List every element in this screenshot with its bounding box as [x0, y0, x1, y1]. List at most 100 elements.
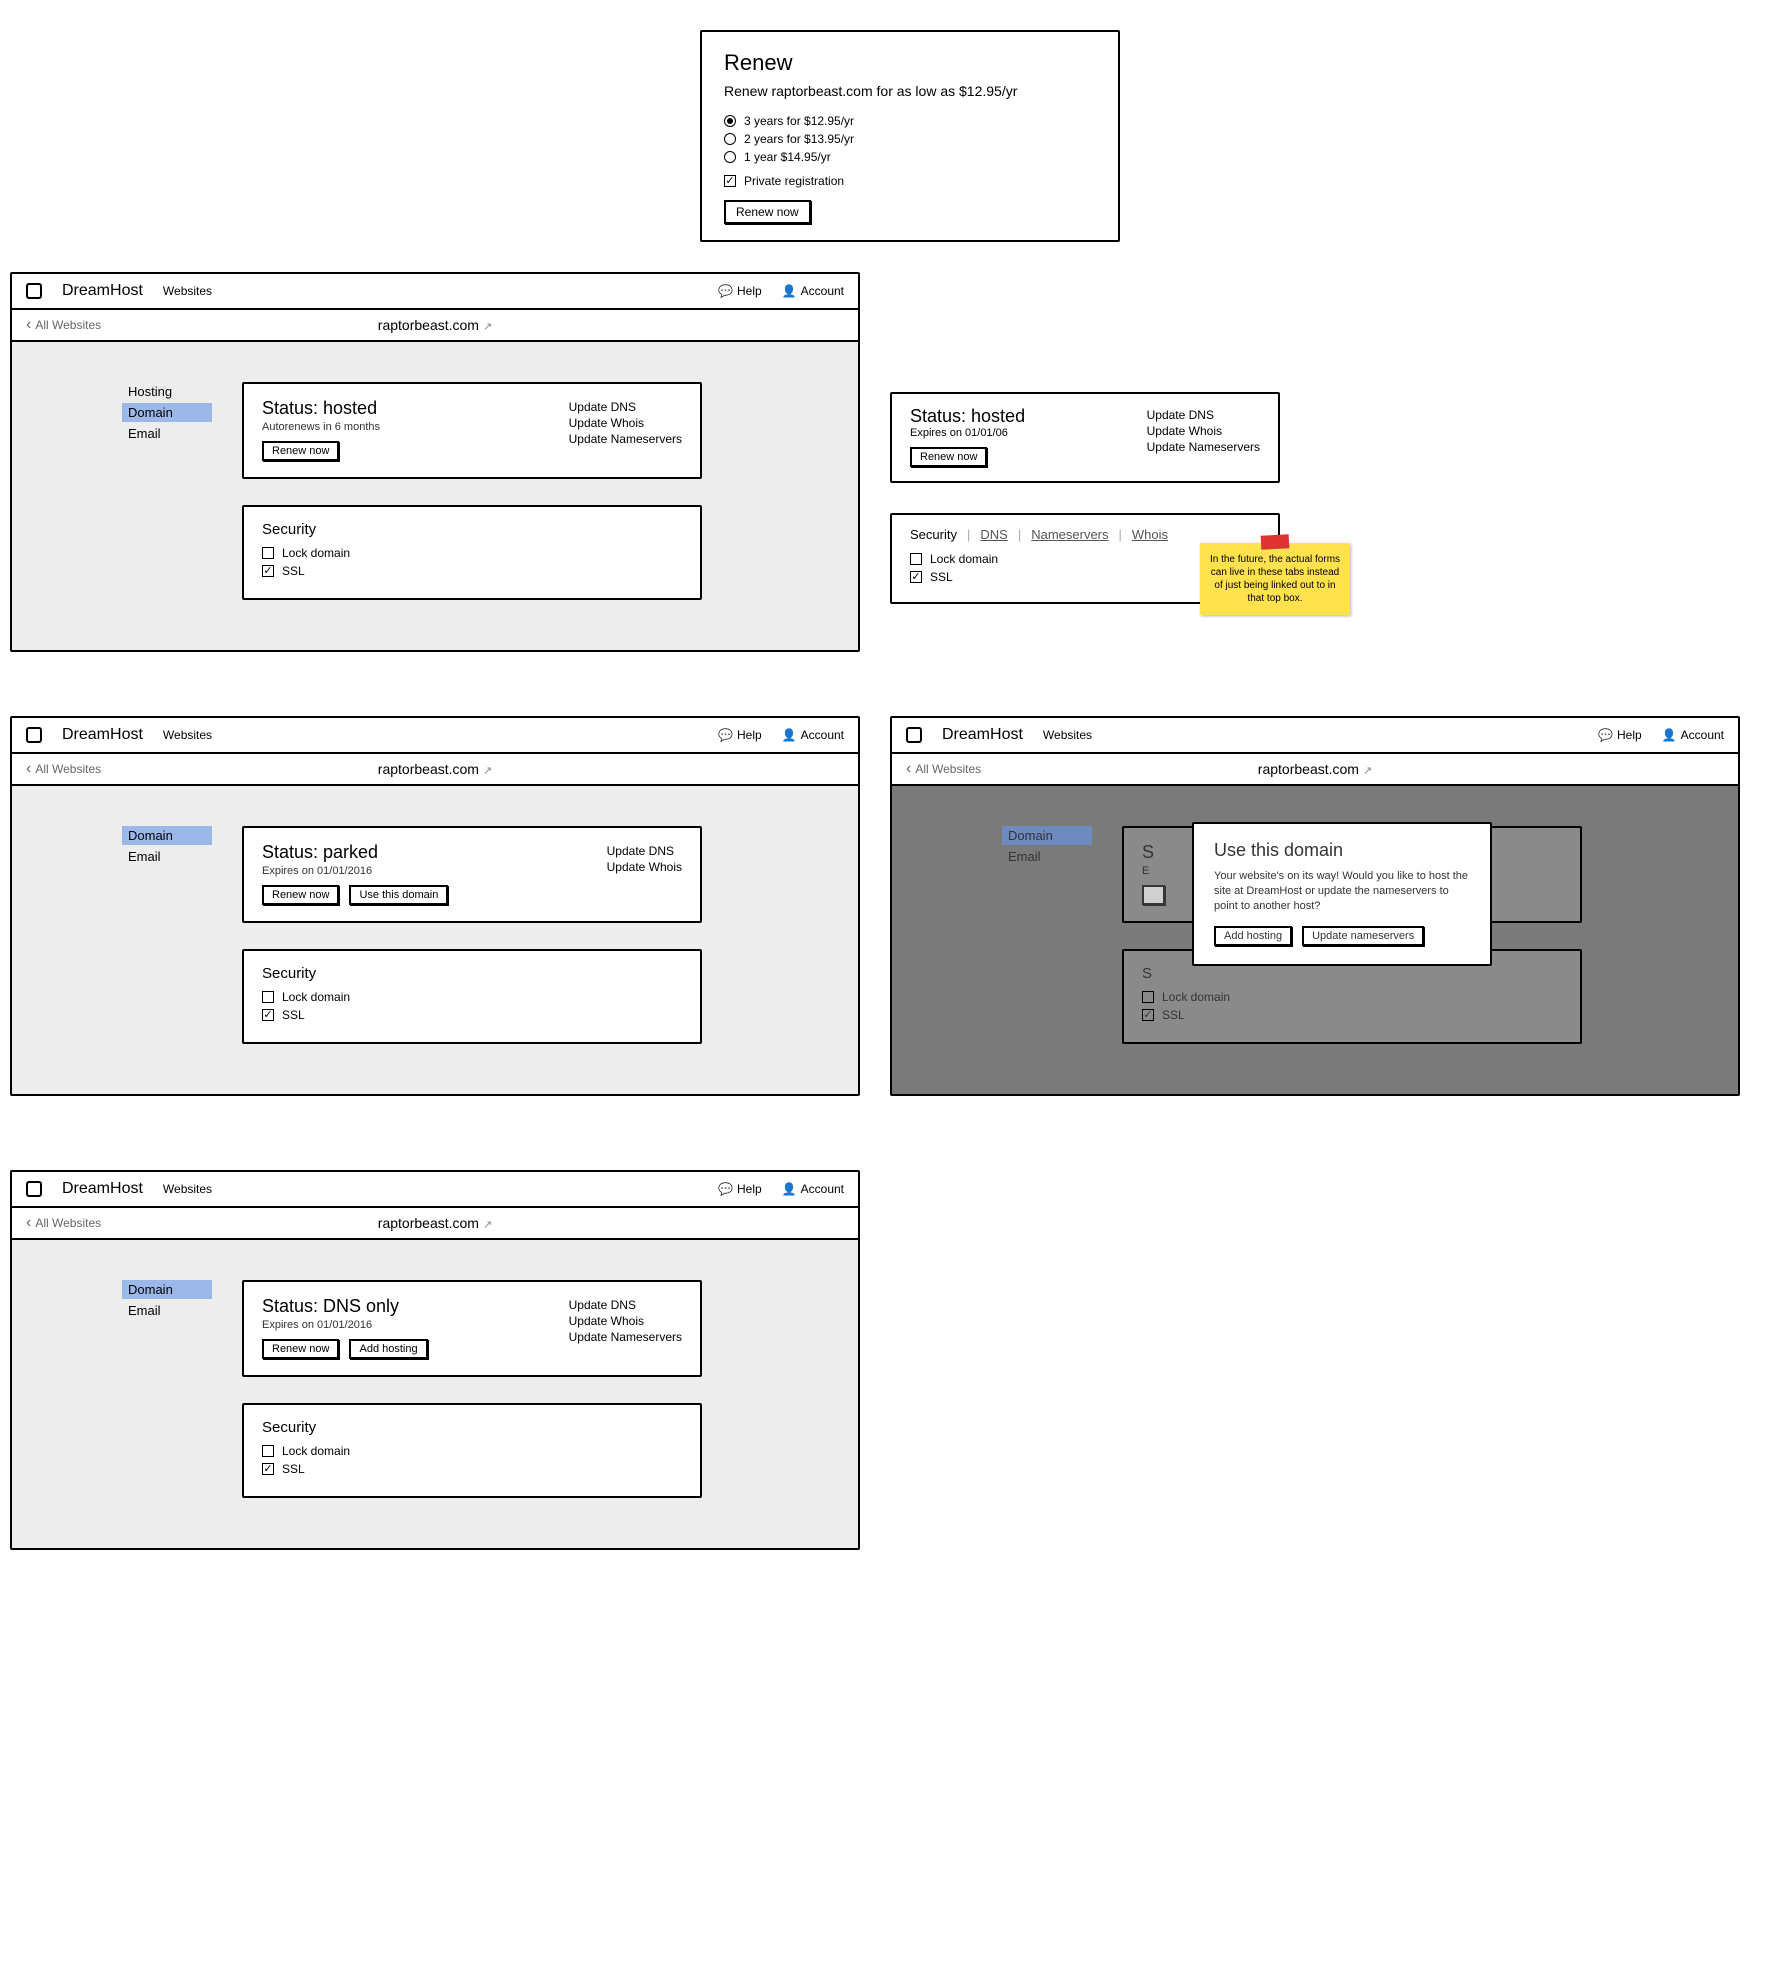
breadcrumb-back[interactable]: All Websites — [26, 316, 101, 334]
help-link[interactable]: Help — [718, 1182, 762, 1196]
tab-nameservers[interactable]: Nameservers — [1031, 527, 1108, 542]
float-status-meta: Expires on 01/01/06 — [910, 427, 1025, 439]
breadcrumb-back[interactable]: All Websites — [906, 760, 981, 778]
nav-websites[interactable]: Websites — [1043, 728, 1092, 742]
account-link[interactable]: Account — [782, 1182, 844, 1196]
update-nameservers-button[interactable]: Update nameservers — [1302, 926, 1424, 946]
status-card: Status: hosted Autorenews in 6 months Re… — [242, 382, 702, 479]
update-whois-link[interactable]: Update Whois — [1147, 424, 1260, 438]
security-card: Security Lock domain SSL — [242, 949, 702, 1044]
breadcrumb-back[interactable]: All Websites — [26, 1214, 101, 1232]
app-window-hosted: DreamHost Websites Help Account All Webs… — [10, 272, 860, 652]
app-subheader: All Websites raptorbeast.com↗ — [892, 754, 1738, 786]
renew-option-1[interactable]: 2 years for $13.95/yr — [724, 132, 1096, 146]
account-link[interactable]: Account — [782, 284, 844, 298]
tab-whois[interactable]: Whois — [1132, 527, 1168, 542]
side-domain[interactable]: Domain — [1002, 826, 1092, 845]
side-email[interactable]: Email — [122, 1301, 212, 1320]
side-domain[interactable]: Domain — [122, 1280, 212, 1299]
help-link[interactable]: Help — [1598, 728, 1642, 742]
security-title: Security — [262, 521, 682, 538]
tape-icon — [1261, 534, 1290, 549]
use-this-domain-button[interactable]: Use this domain — [349, 885, 448, 905]
update-dns-link[interactable]: Update DNS — [607, 844, 682, 858]
external-link-icon: ↗ — [483, 765, 492, 777]
modal-title: Use this domain — [1214, 840, 1470, 861]
update-whois-link[interactable]: Update Whois — [569, 1314, 682, 1328]
status-title: Status: hosted — [262, 398, 380, 419]
ssl-check[interactable]: SSL — [262, 1462, 682, 1476]
renew-title: Renew — [724, 50, 1096, 76]
side-domain[interactable]: Domain — [122, 826, 212, 845]
ssl-check[interactable]: SSL — [262, 1008, 682, 1022]
bg-button — [1142, 885, 1165, 905]
security-title: Security — [262, 965, 682, 982]
add-hosting-button[interactable]: Add hosting — [349, 1339, 427, 1359]
checkbox-icon — [910, 571, 922, 583]
breadcrumb-back[interactable]: All Websites — [26, 760, 101, 778]
renew-now-button[interactable]: Renew now — [724, 200, 811, 224]
security-card: Security Lock domain SSL — [242, 1403, 702, 1498]
account-link[interactable]: Account — [782, 728, 844, 742]
update-dns-link[interactable]: Update DNS — [569, 1298, 682, 1312]
renew-subtitle: Renew raptorbeast.com for as low as $12.… — [724, 82, 1096, 100]
checkbox-icon — [262, 565, 274, 577]
brand: DreamHost — [62, 726, 143, 744]
update-whois-link[interactable]: Update Whois — [569, 416, 682, 430]
private-registration-check[interactable]: Private registration — [724, 174, 1096, 188]
side-email[interactable]: Email — [122, 424, 212, 443]
checkbox-icon — [1142, 1009, 1154, 1021]
app-body: Domain Email Status: parked Expires on 0… — [12, 786, 858, 1094]
renew-now-button[interactable]: Renew now — [262, 1339, 339, 1359]
app-window-parked: DreamHost Websites Help Account All Webs… — [10, 716, 860, 1096]
renew-option-0[interactable]: 3 years for $12.95/yr — [724, 114, 1096, 128]
page-title: raptorbeast.com↗ — [12, 1215, 858, 1231]
app-header: DreamHost Websites Help Account — [12, 1172, 858, 1208]
renew-option-label: 1 year $14.95/yr — [744, 150, 831, 164]
ssl-check: SSL — [1142, 1008, 1562, 1022]
lock-domain-check[interactable]: Lock domain — [262, 990, 682, 1004]
update-whois-link[interactable]: Update Whois — [607, 860, 682, 874]
renew-now-button[interactable]: Renew now — [262, 441, 339, 461]
chevron-left-icon — [906, 760, 911, 778]
update-ns-link[interactable]: Update Nameservers — [1147, 440, 1260, 454]
modal-body: Your website's on its way! Would you lik… — [1214, 869, 1470, 914]
ssl-check[interactable]: SSL — [262, 564, 682, 578]
lock-domain-check[interactable]: Lock domain — [262, 546, 682, 560]
external-link-icon: ↗ — [483, 321, 492, 333]
app-header: DreamHost Websites Help Account — [892, 718, 1738, 754]
side-menu: Hosting Domain Email — [122, 382, 212, 600]
update-ns-link[interactable]: Update Nameservers — [569, 432, 682, 446]
chevron-left-icon — [26, 1214, 31, 1232]
status-title: Status: DNS only — [262, 1296, 428, 1317]
logo-icon — [26, 727, 42, 743]
renew-option-2[interactable]: 1 year $14.95/yr — [724, 150, 1096, 164]
side-hosting[interactable]: Hosting — [122, 382, 212, 401]
side-domain[interactable]: Domain — [122, 403, 212, 422]
nav-websites[interactable]: Websites — [163, 284, 212, 298]
account-link[interactable]: Account — [1662, 728, 1724, 742]
renew-now-button[interactable]: Renew now — [262, 885, 339, 905]
status-meta: Expires on 01/01/2016 — [262, 865, 448, 877]
renew-now-button[interactable]: Renew now — [910, 447, 987, 467]
tab-security[interactable]: Security — [910, 527, 957, 542]
add-hosting-button[interactable]: Add hosting — [1214, 926, 1292, 946]
app-subheader: All Websites raptorbeast.com↗ — [12, 1208, 858, 1240]
logo-icon — [26, 283, 42, 299]
lock-domain-check[interactable]: Lock domain — [262, 1444, 682, 1458]
update-dns-link[interactable]: Update DNS — [569, 400, 682, 414]
update-ns-link[interactable]: Update Nameservers — [569, 1330, 682, 1344]
brand: DreamHost — [62, 282, 143, 300]
update-dns-link[interactable]: Update DNS — [1147, 408, 1260, 422]
brand: DreamHost — [942, 726, 1023, 744]
help-link[interactable]: Help — [718, 284, 762, 298]
side-menu: Domain Email — [1002, 826, 1092, 1044]
nav-websites[interactable]: Websites — [163, 728, 212, 742]
side-email[interactable]: Email — [1002, 847, 1092, 866]
tab-dns[interactable]: DNS — [980, 527, 1007, 542]
side-email[interactable]: Email — [122, 847, 212, 866]
app-header: DreamHost Websites Help Account — [12, 274, 858, 310]
nav-websites[interactable]: Websites — [163, 1182, 212, 1196]
help-link[interactable]: Help — [718, 728, 762, 742]
checkbox-icon — [262, 1009, 274, 1021]
